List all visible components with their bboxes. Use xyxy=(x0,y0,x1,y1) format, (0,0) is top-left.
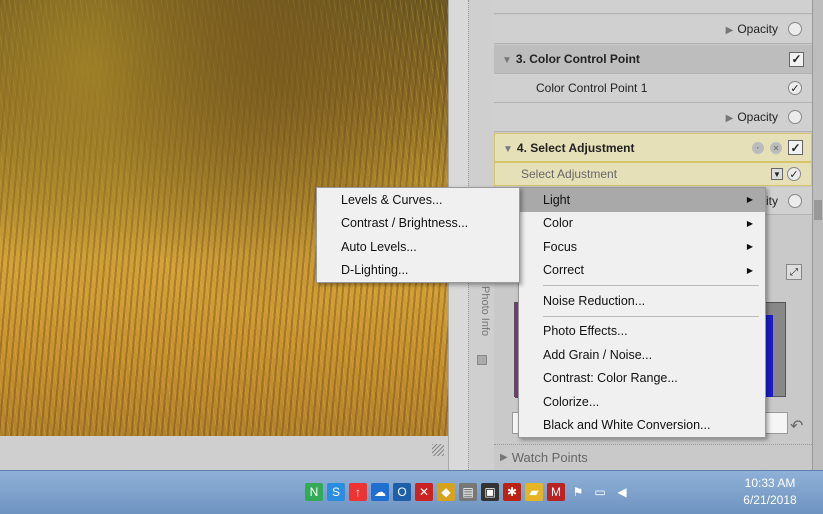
cloud-icon[interactable]: ☁ xyxy=(371,483,389,501)
display-icon[interactable]: ▣ xyxy=(481,483,499,501)
collapse-arrow-icon[interactable]: ▼ xyxy=(503,144,513,155)
canvas-footer xyxy=(0,436,448,470)
photo-info-tab[interactable]: Photo Info xyxy=(479,286,491,336)
skype-icon[interactable]: S xyxy=(327,483,345,501)
ccp-item-row[interactable]: Color Control Point 1 ✓ xyxy=(494,74,812,103)
submenu-arrow-icon: ▶ xyxy=(746,265,753,275)
step-color-control-point[interactable]: ▼ 3. Color Control Point ✓ xyxy=(494,45,812,74)
submenu-arrow-icon: ▶ xyxy=(746,242,753,252)
submenu-arrow-icon: ▶ xyxy=(746,195,753,205)
outlook-icon[interactable]: O xyxy=(393,483,411,501)
opacity-label: Opacity xyxy=(737,110,778,124)
reset-icon[interactable]: · xyxy=(752,141,764,154)
ccp-item-label: Color Control Point 1 xyxy=(536,81,648,95)
light-submenu: Levels & Curves... Contrast / Brightness… xyxy=(316,187,520,283)
watch-points-label: Watch Points xyxy=(511,450,588,465)
tool-icon[interactable]: ✕ xyxy=(415,483,433,501)
watch-points-header[interactable]: ▶ Watch Points xyxy=(494,444,812,470)
system-tray: N S ↑ ☁ O ✕ ◆ ▤ ▣ ✱ ▰ M ⚑ ▭ ◀ xyxy=(305,483,631,501)
menu-item-d-lighting[interactable]: D-Lighting... xyxy=(317,259,519,283)
menu-item-levels-curves[interactable]: Levels & Curves... xyxy=(317,188,519,212)
update-icon[interactable]: ↑ xyxy=(349,483,367,501)
step-enable-checkbox[interactable]: ✓ xyxy=(788,140,803,155)
opacity-radio[interactable] xyxy=(788,110,802,124)
expand-arrow-icon[interactable]: ▶ xyxy=(500,452,508,463)
step-title: 4. Select Adjustment xyxy=(516,140,635,155)
menu-item-light[interactable]: Light ▶ xyxy=(519,188,765,212)
photo-info-toggle-icon[interactable] xyxy=(477,355,487,365)
folder-icon[interactable]: ▰ xyxy=(525,483,543,501)
ccp-item-check[interactable]: ✓ xyxy=(788,81,802,95)
menu-item-auto-levels[interactable]: Auto Levels... xyxy=(317,235,519,259)
select-adjustment-row[interactable]: Select Adjustment ▼ ✓ xyxy=(494,162,812,186)
flag-icon[interactable]: ⚑ xyxy=(569,483,587,501)
menu-item-focus[interactable]: Focus ▶ xyxy=(519,235,765,259)
menu-item-noise-reduction[interactable]: Noise Reduction... xyxy=(519,289,765,313)
expand-arrow-icon[interactable]: ▶ xyxy=(726,25,734,36)
undo-icon[interactable]: ↶ xyxy=(790,416,803,436)
app-icon[interactable]: ✱ xyxy=(503,483,521,501)
menu-item-colorize[interactable]: Colorize... xyxy=(519,390,765,414)
opacity-radio[interactable] xyxy=(788,22,802,36)
clock-time: 10:33 AM xyxy=(744,476,796,490)
delete-icon[interactable]: × xyxy=(770,141,782,154)
expand-icon[interactable]: ⤢ xyxy=(786,264,802,280)
select-adj-check[interactable]: ✓ xyxy=(787,167,801,181)
opacity-row-2: ▶ Opacity xyxy=(494,15,812,44)
taskbar: N S ↑ ☁ O ✕ ◆ ▤ ▣ ✱ ▰ M ⚑ ▭ ◀ 10:33 AM 6… xyxy=(0,470,823,514)
network-icon[interactable]: N xyxy=(305,483,323,501)
volume-icon[interactable]: ◀ xyxy=(613,483,631,501)
opacity-radio[interactable] xyxy=(788,193,802,208)
menu-item-add-grain[interactable]: Add Grain / Noise... xyxy=(519,343,765,367)
network-status-icon[interactable]: ▭ xyxy=(591,483,609,501)
step-select-adjustment[interactable]: ▼ 4. Select Adjustment · × ✓ xyxy=(494,133,812,162)
shield-icon[interactable]: ◆ xyxy=(437,483,455,501)
panel-scrollbar[interactable] xyxy=(812,0,823,470)
menu-separator xyxy=(543,315,759,317)
printer-icon[interactable]: ▤ xyxy=(459,483,477,501)
menu-item-contrast-brightness[interactable]: Contrast / Brightness... xyxy=(317,212,519,236)
dropdown-arrow-icon[interactable]: ▼ xyxy=(771,168,783,180)
opacity-label: Opacity xyxy=(737,22,778,36)
menu-item-correct[interactable]: Correct ▶ xyxy=(519,259,765,283)
collapse-arrow-icon[interactable]: ▼ xyxy=(502,55,512,66)
select-adjustment-dropdown[interactable]: Select Adjustment xyxy=(495,167,771,181)
clock[interactable]: 10:33 AM 6/21/2018 xyxy=(735,475,805,509)
adjustment-menu: Light ▶ Color ▶ Focus ▶ Correct ▶ Noise Redu… xyxy=(518,187,766,438)
menu-item-contrast-color-range[interactable]: Contrast: Color Range... xyxy=(519,367,765,391)
menu-item-bw-conversion[interactable]: Black and White Conversion... xyxy=(519,414,765,438)
clock-date: 6/21/2018 xyxy=(743,493,797,507)
resize-grip-icon[interactable] xyxy=(432,444,444,456)
step-enable-checkbox[interactable]: ✓ xyxy=(789,51,804,67)
submenu-arrow-icon: ▶ xyxy=(746,218,753,228)
opacity-row-3: ▶ Opacity xyxy=(494,103,812,132)
menu-item-photo-effects[interactable]: Photo Effects... xyxy=(519,320,765,344)
expand-arrow-icon[interactable]: ▶ xyxy=(726,113,734,124)
menu-item-color[interactable]: Color ▶ xyxy=(519,212,765,236)
prev-step-tail xyxy=(494,0,812,14)
menu-separator xyxy=(543,285,759,286)
mcafee-icon[interactable]: M xyxy=(547,483,565,501)
step-title: 3. Color Control Point xyxy=(515,52,640,66)
